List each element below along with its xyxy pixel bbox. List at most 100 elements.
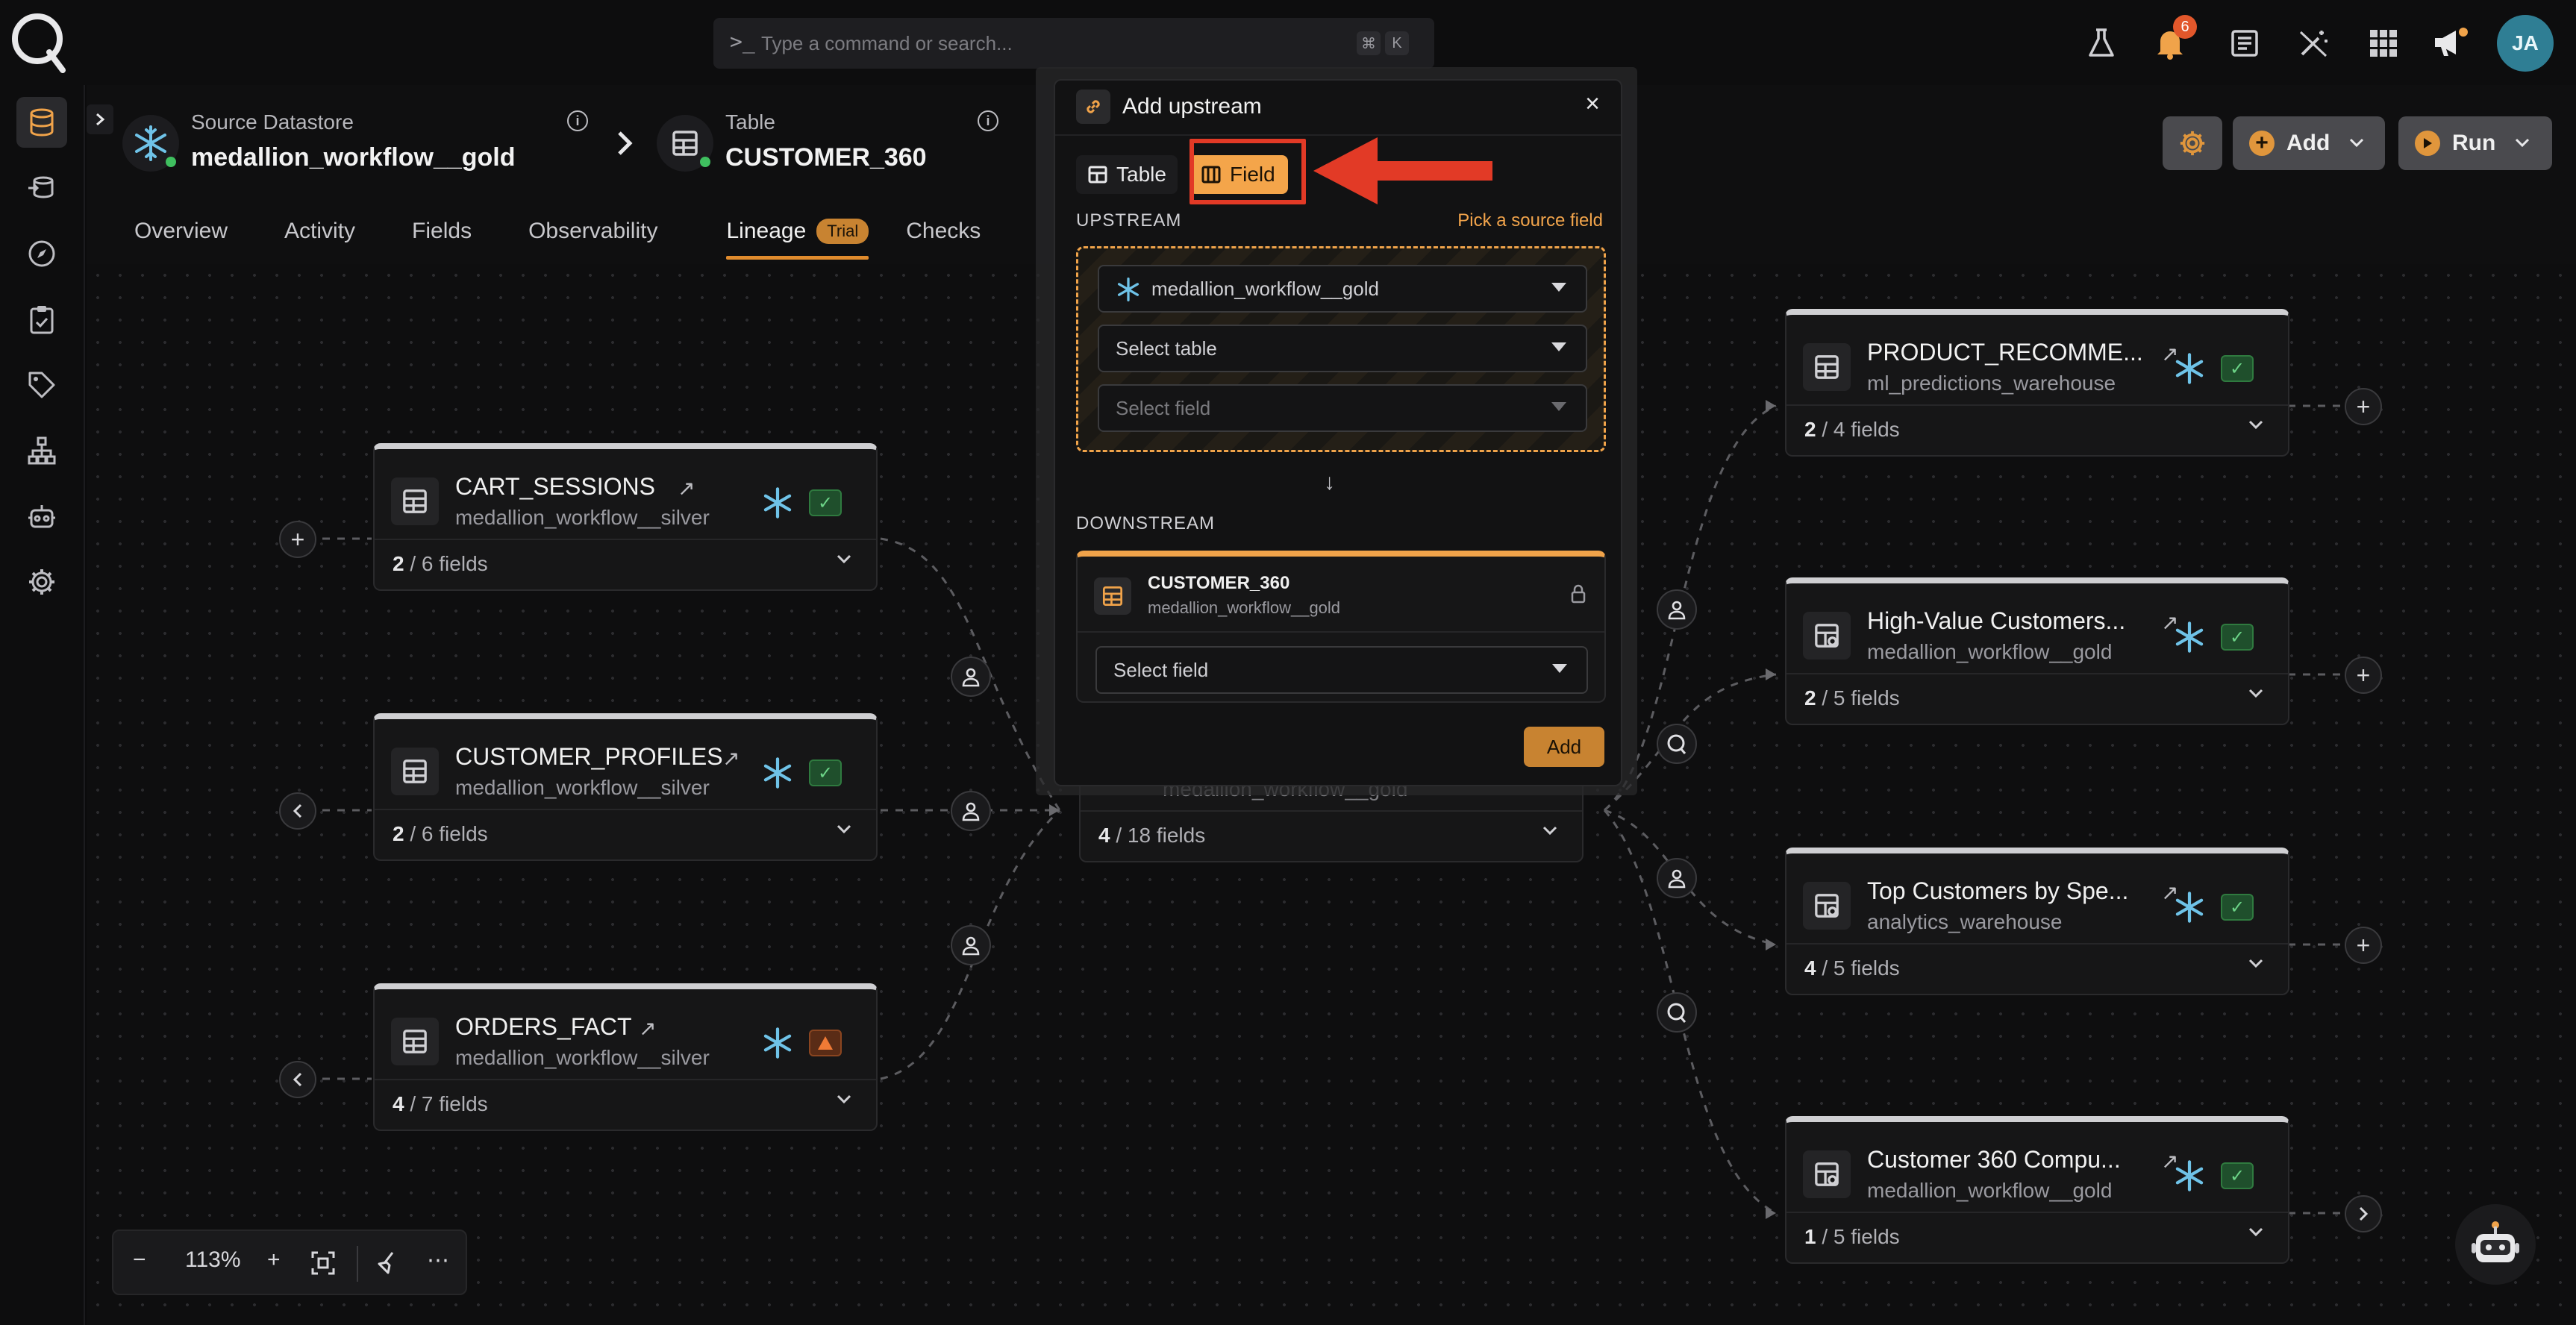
edge-person-icon[interactable]: [1657, 589, 1697, 630]
field-select-disabled[interactable]: Select field: [1098, 384, 1587, 432]
expand-downstream-chevron-right-button[interactable]: [2345, 1195, 2382, 1232]
table-icon: [391, 477, 439, 525]
datastore-select[interactable]: medallion_workflow__gold: [1098, 265, 1587, 313]
expand-downstream-plus-button[interactable]: +: [2345, 388, 2382, 425]
edge-qualytics-icon[interactable]: [1657, 724, 1697, 764]
close-icon[interactable]: ×: [1585, 90, 1600, 119]
chevron-down-icon[interactable]: [2248, 688, 2264, 698]
node-datastore: medallion_workflow__silver: [455, 1046, 710, 1069]
downstream-field-select[interactable]: Select field: [1095, 646, 1588, 694]
status-ok-check-icon: ✓: [2221, 1162, 2254, 1189]
caret-down-icon: [1551, 402, 1566, 411]
lineage-node-customer-profiles[interactable]: CUSTOMER_PROFILES medallion_workflow__si…: [373, 713, 878, 861]
table-icon: [1094, 577, 1131, 615]
arrow-down-icon: ↓: [1324, 470, 1335, 495]
chevron-down-icon[interactable]: [836, 824, 852, 834]
node-fields-count: 4 / 7 fields: [393, 1092, 488, 1115]
edge-qualytics-icon[interactable]: [1657, 992, 1697, 1033]
downstream-section-label: DOWNSTREAM: [1076, 513, 1215, 533]
caret-down-icon: [1551, 342, 1566, 351]
computed-table-icon: [1803, 1150, 1851, 1198]
node-fields-count: 2 / 6 fields: [393, 552, 488, 575]
mode-table-button[interactable]: Table: [1076, 155, 1178, 194]
more-options-icon[interactable]: ⋯: [427, 1247, 449, 1274]
expand-downstream-plus-button[interactable]: +: [2345, 657, 2382, 694]
node-datastore: medallion_workflow__silver: [455, 506, 710, 529]
chevron-down-icon[interactable]: [1542, 825, 1558, 836]
chevron-down-icon[interactable]: [836, 1094, 852, 1104]
link-icon: [1076, 90, 1110, 124]
node-datastore: medallion_workflow__gold: [1867, 640, 2113, 663]
node-datastore: analytics_warehouse: [1867, 910, 2063, 933]
open-external-icon[interactable]: ↗: [639, 1016, 656, 1041]
open-external-icon[interactable]: ↗: [722, 746, 740, 771]
caret-down-icon: [1551, 283, 1566, 292]
assistant-robot-button[interactable]: [2455, 1204, 2536, 1285]
upstream-selection-box: medallion_workflow__gold Select table Se…: [1076, 246, 1606, 452]
node-datastore: ml_predictions_warehouse: [1867, 372, 2116, 395]
table-icon: [391, 1018, 439, 1065]
table-select-placeholder: Select table: [1116, 336, 1217, 360]
snowflake-icon: [2175, 621, 2204, 653]
lineage-node-orders-fact[interactable]: ORDERS_FACT medallion_workflow__silver ↗…: [373, 983, 878, 1131]
node-fields-count: 2 / 5 fields: [1804, 686, 1900, 710]
snowflake-icon: [763, 1027, 792, 1059]
zoom-in-button[interactable]: +: [267, 1247, 281, 1273]
lineage-node-high-value-customers[interactable]: High-Value Customers... medallion_workfl…: [1785, 577, 2289, 725]
datastore-select-value: medallion_workflow__gold: [1151, 277, 1379, 300]
status-ok-check-icon: ✓: [2221, 355, 2254, 382]
status-ok-check-icon: ✓: [809, 489, 842, 516]
dialog-title: Add upstream: [1122, 94, 1262, 119]
table-icon: [1803, 343, 1851, 391]
status-ok-check-icon: ✓: [2221, 894, 2254, 921]
lineage-node-product-recommendations[interactable]: PRODUCT_RECOMME... ml_predictions_wareho…: [1785, 309, 2289, 457]
lineage-node-top-customers-by-spend[interactable]: Top Customers by Spe... analytics_wareho…: [1785, 848, 2289, 995]
edge-person-icon[interactable]: [951, 925, 991, 965]
snowflake-icon: [2175, 353, 2204, 384]
snowflake-icon: [1117, 277, 1139, 302]
collapse-upstream-chevron-left-button[interactable]: [279, 1061, 316, 1098]
fit-view-icon[interactable]: [310, 1250, 336, 1276]
chevron-down-icon[interactable]: [2248, 419, 2264, 430]
snowflake-icon: [2175, 1160, 2204, 1191]
upstream-hint: Pick a source field: [1457, 210, 1603, 231]
robot-icon: [2472, 1221, 2519, 1262]
downstream-datastore: medallion_workflow__gold: [1148, 598, 1341, 617]
snowflake-icon: [2175, 892, 2204, 923]
zoom-toolbar: − 113% + ⋯: [112, 1230, 467, 1295]
downstream-field-placeholder: Select field: [1113, 658, 1209, 681]
caret-down-icon: [1552, 664, 1567, 673]
edge-person-icon[interactable]: [1657, 858, 1697, 898]
node-fields-count: 4 / 18 fields: [1098, 824, 1206, 847]
snowflake-icon: [763, 757, 792, 789]
node-name: CART_SESSIONS: [455, 473, 655, 500]
edge-person-icon[interactable]: [951, 657, 991, 697]
lineage-node-cart-sessions[interactable]: CART_SESSIONS medallion_workflow__silver…: [373, 443, 878, 591]
field-select-placeholder: Select field: [1116, 396, 1211, 419]
table-select[interactable]: Select table: [1098, 325, 1587, 372]
chevron-down-icon[interactable]: [836, 554, 852, 564]
chevron-down-icon[interactable]: [2248, 958, 2264, 968]
status-warning-icon: [809, 1030, 842, 1056]
zoom-out-button[interactable]: −: [133, 1247, 146, 1273]
node-name: PRODUCT_RECOMME...: [1867, 339, 2143, 366]
node-datastore: medallion_workflow__gold: [1867, 1179, 2113, 1202]
open-external-icon[interactable]: ↗: [678, 476, 695, 501]
dialog-add-button[interactable]: Add: [1524, 727, 1604, 767]
status-ok-check-icon: ✓: [2221, 624, 2254, 651]
node-fields-count: 2 / 4 fields: [1804, 418, 1900, 441]
expand-downstream-plus-button[interactable]: +: [2345, 927, 2382, 964]
node-name: Top Customers by Spe...: [1867, 877, 2129, 904]
node-name: High-Value Customers...: [1867, 607, 2126, 634]
node-fields-count: 2 / 6 fields: [393, 822, 488, 845]
node-name: ORDERS_FACT: [455, 1013, 632, 1040]
collapse-upstream-chevron-left-button[interactable]: [279, 792, 316, 830]
computed-table-icon: [1803, 882, 1851, 930]
broom-clean-icon[interactable]: [375, 1250, 400, 1276]
snowflake-icon: [763, 487, 792, 519]
annotation-highlight-box: [1189, 139, 1306, 204]
expand-upstream-plus-button[interactable]: +: [279, 521, 316, 558]
lineage-node-customer-360-computed[interactable]: Customer 360 Compu... medallion_workflow…: [1785, 1116, 2289, 1264]
edge-person-icon[interactable]: [951, 791, 991, 831]
chevron-down-icon[interactable]: [2248, 1227, 2264, 1237]
